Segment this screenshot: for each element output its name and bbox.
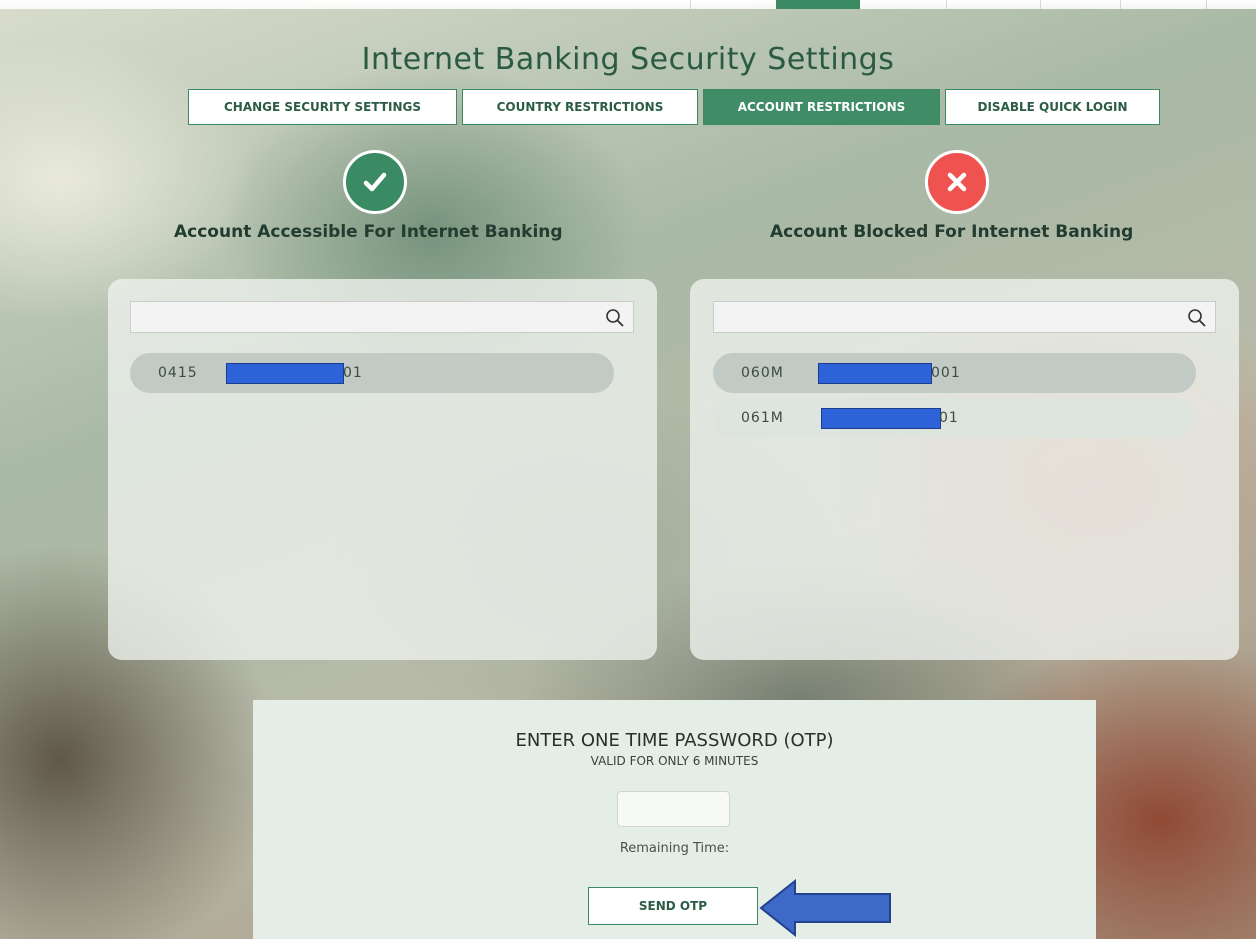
search-icon[interactable] (1187, 308, 1207, 328)
tab-change-security-settings[interactable]: CHANGE SECURITY SETTINGS (188, 89, 457, 125)
otp-title: ENTER ONE TIME PASSWORD (OTP) (515, 730, 834, 751)
top-nav-strip (0, 0, 1256, 9)
tab-disable-quick-login[interactable]: DISABLE QUICK LOGIN (945, 89, 1160, 125)
otp-input[interactable] (617, 791, 730, 827)
redaction-box (818, 363, 932, 384)
account-number-suffix: 001 (931, 365, 961, 381)
top-nav-tab[interactable] (1206, 0, 1256, 9)
accessible-accounts-panel: 0415 01 (108, 279, 657, 660)
arrow-left-icon (759, 879, 891, 937)
otp-subtitle: VALID FOR ONLY 6 MINUTES (590, 754, 759, 768)
top-nav-tab-active[interactable] (776, 0, 860, 9)
account-list-item[interactable]: 0415 01 (130, 353, 614, 393)
check-icon (343, 150, 407, 214)
account-number-suffix: 01 (939, 410, 959, 426)
account-number-prefix: 060M (741, 365, 784, 381)
search-icon[interactable] (605, 308, 625, 328)
accessible-search-field[interactable] (130, 301, 634, 333)
account-number-prefix: 0415 (158, 365, 198, 381)
otp-panel: ENTER ONE TIME PASSWORD (OTP) VALID FOR … (253, 700, 1096, 939)
top-nav-tab[interactable] (690, 0, 777, 9)
remaining-time-label: Remaining Time: (619, 841, 730, 856)
account-number-suffix: 01 (343, 365, 363, 381)
page: Internet Banking Security Settings CHANG… (0, 0, 1256, 939)
top-nav-tab[interactable] (1120, 0, 1207, 9)
page-title: Internet Banking Security Settings (361, 42, 895, 77)
top-nav-tab[interactable] (946, 0, 1041, 9)
blocked-accounts-panel: 060M 001 061M 01 (690, 279, 1239, 660)
accessible-search-input[interactable] (131, 302, 613, 332)
blocked-search-field[interactable] (713, 301, 1216, 333)
account-number-prefix: 061M (741, 410, 784, 426)
redaction-box (226, 363, 344, 384)
tab-country-restrictions[interactable]: COUNTRY RESTRICTIONS (462, 89, 698, 125)
account-list-item[interactable]: 060M 001 (713, 353, 1196, 393)
blocked-accounts-title: Account Blocked For Internet Banking (770, 222, 1134, 242)
accessible-accounts-title: Account Accessible For Internet Banking (174, 222, 563, 242)
close-icon (925, 150, 989, 214)
top-nav-tab[interactable] (1040, 0, 1121, 9)
account-list-item[interactable]: 061M 01 (713, 398, 1196, 438)
blocked-search-input[interactable] (714, 302, 1195, 332)
send-otp-button[interactable]: SEND OTP (588, 887, 758, 925)
tab-account-restrictions[interactable]: ACCOUNT RESTRICTIONS (703, 89, 940, 125)
redaction-box (821, 408, 941, 429)
